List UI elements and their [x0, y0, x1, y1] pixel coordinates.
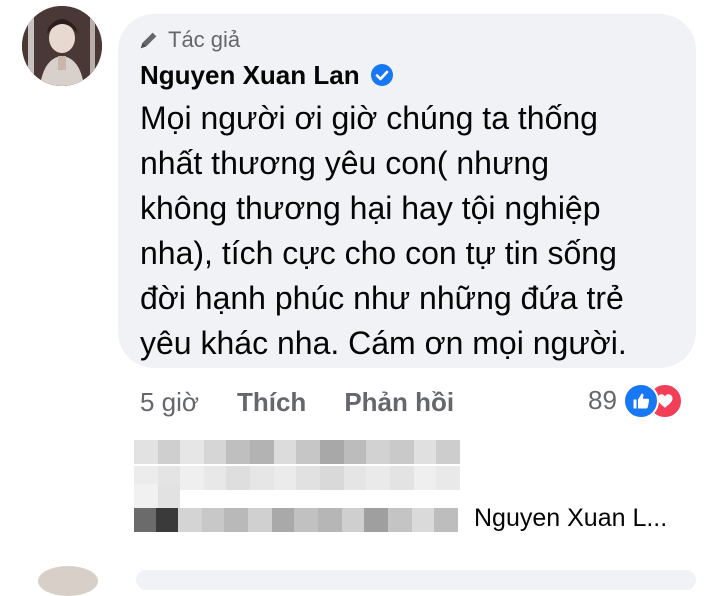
comment-line: yêu khác nha. Cám ơn mọi người. [140, 325, 627, 361]
blurred-reply-avatar [134, 508, 458, 532]
reply-author-name[interactable]: Nguyen Xuan L... [474, 504, 667, 533]
author-name-row: Nguyen Xuan Lan [140, 58, 394, 92]
like-icon [622, 383, 659, 419]
verified-badge-icon [370, 64, 393, 86]
blurred-reply-text [134, 466, 460, 490]
comment-line: đời hạnh phúc như những đứa trẻ [140, 280, 624, 316]
reply-preview[interactable]: Nguyen Xuan L... [130, 500, 710, 540]
author-name[interactable]: Nguyen Xuan Lan [140, 60, 360, 91]
comment-line: Mọi người ơi giờ chúng ta thống [140, 100, 598, 136]
comment-timestamp[interactable]: 5 giờ [140, 387, 199, 418]
reaction-summary[interactable]: 89 [588, 380, 683, 420]
blurred-reply-text [134, 440, 460, 464]
reaction-icons [622, 383, 683, 419]
author-tag: Tác giả [138, 26, 240, 54]
next-comment-avatar[interactable] [38, 566, 98, 596]
author-tag-label: Tác giả [168, 27, 241, 52]
author-avatar[interactable] [22, 6, 102, 86]
avatar-image [22, 6, 102, 86]
reaction-count: 89 [588, 384, 617, 415]
comment-actions: 5 giờ Thích Phản hồi [140, 382, 454, 422]
comment-line: không thương hại hay tội nghiệp [140, 190, 601, 226]
comment-text: Mọi người ơi giờ chúng ta thống nhất thư… [140, 96, 680, 366]
comment-line: nha), tích cực cho con tự tin sống [140, 235, 617, 271]
comment-line: nhất thương yêu con( nhưng [140, 145, 549, 181]
reply-button[interactable]: Phản hồi [344, 387, 454, 418]
pencil-icon [140, 32, 157, 49]
next-comment-bubble [136, 570, 696, 590]
like-button[interactable]: Thích [237, 387, 306, 418]
